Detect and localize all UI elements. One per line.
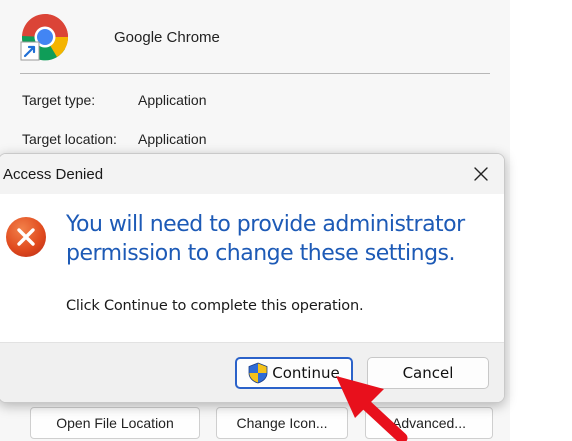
- target-location-row: Target location: Application: [22, 131, 207, 147]
- error-icon: [6, 217, 46, 257]
- properties-header: Google Chrome: [20, 12, 490, 74]
- continue-button[interactable]: Continue: [235, 357, 353, 389]
- cancel-button[interactable]: Cancel: [367, 357, 489, 389]
- dialog-body: You will need to provide administrator p…: [0, 194, 504, 342]
- target-type-row: Target type: Application: [22, 92, 207, 108]
- continue-label: Continue: [272, 364, 340, 382]
- dialog-title: Access Denied: [3, 166, 104, 183]
- target-location-value: Application: [138, 131, 207, 147]
- advanced-button[interactable]: Advanced...: [365, 407, 493, 439]
- target-type-label: Target type:: [22, 92, 96, 108]
- change-icon-button[interactable]: Change Icon...: [216, 407, 348, 439]
- uac-shield-icon: [248, 362, 268, 384]
- chrome-shortcut-icon: [20, 14, 69, 61]
- main-instruction: You will need to provide administrator p…: [66, 212, 465, 266]
- content-text: Click Continue to complete this operatio…: [66, 298, 364, 314]
- app-name: Google Chrome: [114, 29, 220, 46]
- divider: [20, 73, 490, 74]
- close-button[interactable]: [464, 158, 498, 190]
- target-location-label: Target location:: [22, 131, 117, 147]
- open-file-location-button[interactable]: Open File Location: [30, 407, 200, 439]
- close-icon: [474, 167, 488, 181]
- dialog-titlebar: Access Denied: [0, 154, 504, 194]
- target-type-value: Application: [138, 92, 207, 108]
- access-denied-dialog: Access Denied You will need to provide a…: [0, 153, 505, 403]
- dialog-footer: Continue Cancel: [0, 342, 504, 402]
